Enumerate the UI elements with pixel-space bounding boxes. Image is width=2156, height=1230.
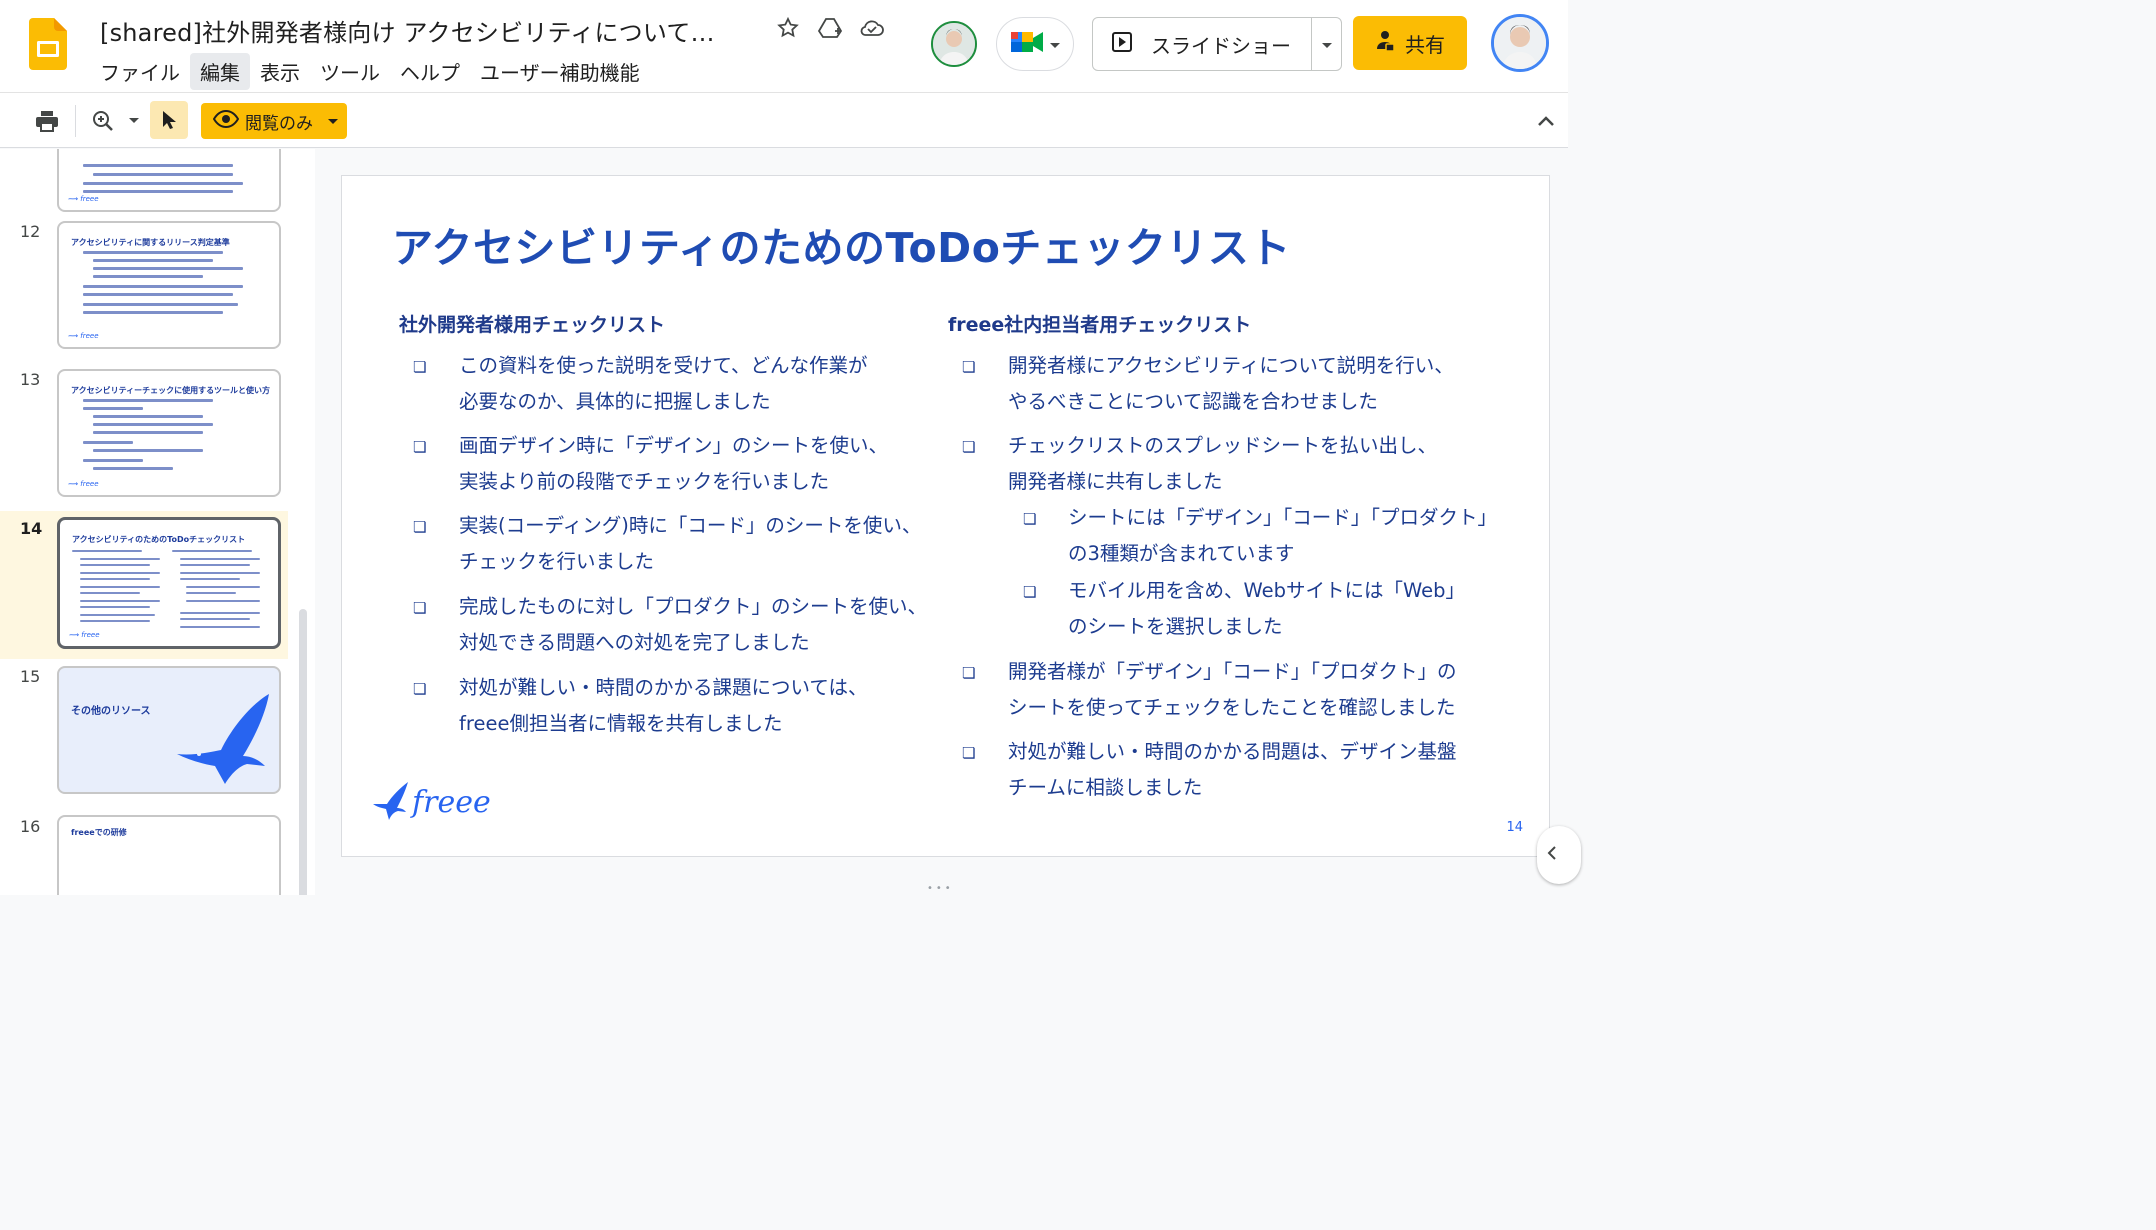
menu-bar: ファイル 編集 表示 ツール ヘルプ ユーザー補助機能 [90,53,650,90]
share-button[interactable]: 共有 [1353,16,1467,70]
slides-logo-icon[interactable] [29,18,67,70]
freee-bird-icon [177,694,269,784]
slide-thumbnail-selected[interactable]: アクセシビリティのためのToDoチェックリスト ⟿ freee [57,517,281,649]
collapse-toolbar-chevron-up-icon[interactable] [1530,105,1562,137]
meet-icon [1009,28,1045,60]
menu-file[interactable]: ファイル [90,53,190,90]
side-panel-expand-button[interactable] [1537,826,1581,884]
left-checklist-item-2: 画面デザイン時に「デザイン」のシートを使い、 実装より前の段階でチェックを行いまし… [459,434,889,493]
freee-wordmark: freee [412,784,491,820]
chevron-left-icon [1547,845,1557,865]
right-checklist-subitem-1: シートには「デザイン」「コード」「プロダクト」 の3種類が含まれています [1068,506,1498,565]
slide-canvas: アクセシビリティのためのToDoチェックリスト 社外開発者様用チェックリスト f… [315,149,1568,895]
share-label: 共有 [1405,32,1445,57]
slideshow-label: スライドショー [1151,33,1291,58]
checkbox-bullet-icon: ❏ [413,680,427,698]
slide-thumbnail[interactable]: ⟿ freee [57,149,281,212]
left-checklist-item-4: 完成したものに対し「プロダクト」のシートを使い、 対処できる問題への対処を完了しま… [459,595,928,654]
left-checklist-item-1: この資料を使った説明を受けて、どんな作業が 必要なのか、具体的に把握しました [459,354,868,413]
thumbnail-logo: ⟿ freee [69,631,100,639]
slide-title: アクセシビリティのためのToDoチェックリスト [392,224,1291,272]
menu-edit[interactable]: 編集 [190,53,250,90]
checkbox-bullet-icon: ❏ [1023,583,1037,601]
slide-number: 12 [20,222,41,241]
thumbnail-row[interactable]: 13 アクセシビリティーチェックに使用するツールと使い方 ⟿ freee [0,360,288,508]
right-checklist-item-1: 開発者様にアクセシビリティについて説明を行い、 やるべきことについて認識を合わせま… [1008,354,1454,413]
zoom-dropdown-chevron-icon[interactable] [124,105,144,137]
thumbnail-title: アクセシビリティのためのToDoチェックリスト [72,535,246,544]
document-title[interactable]: [shared]社外開発者様向け アクセシビリティについて… [100,13,715,48]
toolbar: 閲覧のみ [0,92,1568,148]
slide: アクセシビリティのためのToDoチェックリスト 社外開発者様用チェックリスト f… [341,175,1550,857]
slide-thumbnail[interactable]: freeeでの研修 [57,815,281,895]
select-tool-icon[interactable] [150,101,188,139]
chevron-down-icon [327,111,339,131]
thumbnail-row[interactable]: 16 freeeでの研修 [0,809,288,895]
thumbnail-row[interactable]: 12 アクセシビリティに関するリリース判定基準 ⟿ freee [0,212,288,360]
left-checklist-item-5: 対処が難しい・時間のかかる課題については、 freee側担当者に情報を共有しました [459,676,868,735]
menu-accessibility[interactable]: ユーザー補助機能 [470,53,650,90]
right-checklist-item-3: 開発者様が「デザイン」「コード」「プロダクト」の シートを使ってチェックをしたこと… [1008,660,1457,719]
thumbnail-title: その他のリソース [71,706,151,717]
slide-filmstrip: ⟿ freee 12 アクセシビリティに関するリリース判定基準 ⟿ freee … [0,149,315,895]
checkbox-bullet-icon: ❏ [962,358,976,376]
checkbox-bullet-icon: ❏ [962,438,976,456]
thumbnail-logo: ⟿ freee [68,480,99,488]
left-column-heading: 社外開発者様用チェックリスト [399,314,666,336]
cloud-saved-icon[interactable] [858,14,886,42]
chevron-down-icon [1049,35,1061,54]
slide-thumbnail[interactable]: その他のリソース [57,666,281,794]
speaker-notes-drag-handle[interactable]: ••• [927,883,954,894]
menu-view[interactable]: 表示 [250,53,310,90]
slide-number: 13 [20,370,41,389]
freee-logo: freee [372,780,491,824]
slide-thumbnail[interactable]: アクセシビリティーチェックに使用するツールと使い方 ⟿ freee [57,369,281,497]
checkbox-bullet-icon: ❏ [413,358,427,376]
chevron-down-icon [1321,35,1333,54]
star-icon[interactable] [774,14,802,42]
thumbnail-title: アクセシビリティーチェックに使用するツールと使い方 [71,386,270,395]
print-icon[interactable] [30,105,64,137]
menu-help[interactable]: ヘルプ [390,53,470,90]
checkbox-bullet-icon: ❏ [962,664,976,682]
eye-icon [212,109,240,133]
checkbox-bullet-icon: ❏ [962,744,976,762]
zoom-icon[interactable] [88,105,118,137]
slide-number: 14 [20,519,43,538]
account-avatar[interactable] [1491,14,1549,72]
right-checklist-subitem-2: モバイル用を含め、Webサイトには「Web」 のシートを選択しました [1068,579,1466,638]
checkbox-bullet-icon: ❏ [413,518,427,536]
thumbnail-row[interactable]: 15 その他のリソース [0,659,288,807]
slideshow-options-dropdown[interactable] [1312,18,1341,70]
menu-tools[interactable]: ツール [310,53,390,90]
slide-page-number: 14 [1506,820,1523,835]
filmstrip-scrollbar[interactable] [299,609,307,895]
slide-number: 15 [20,667,41,686]
share-lock-icon [1375,29,1395,58]
checkbox-bullet-icon: ❏ [1023,510,1037,528]
left-checklist-item-3: 実装(コーディング)時に「コード」のシートを使い、 チェックを行いました [459,514,922,573]
checkbox-bullet-icon: ❏ [413,599,427,617]
slideshow-icon [1111,31,1133,58]
right-checklist-item-2: チェックリストのスプレッドシートを払い出し、 開発者様に共有しました [1008,434,1438,493]
thumbnail-title: アクセシビリティに関するリリース判定基準 [71,238,230,247]
checkbox-bullet-icon: ❏ [413,438,427,456]
thumbnail-title: freeeでの研修 [71,828,127,837]
view-only-label: 閲覧のみ [245,113,313,134]
right-column-heading: freee社内担当者用チェックリスト [948,314,1252,336]
slide-number: 16 [20,817,41,836]
move-to-drive-icon[interactable] [816,14,844,42]
thumbnail-logo: ⟿ freee [68,332,99,340]
thumbnail-row-selected[interactable]: 14 アクセシビリティのためのToDoチェックリスト ⟿ freee [0,511,288,659]
slideshow-button-group: スライドショー [1092,17,1342,71]
thumbnail-logo: ⟿ freee [68,195,99,203]
view-only-mode-button[interactable]: 閲覧のみ [201,103,347,139]
meet-button[interactable] [996,17,1074,71]
right-checklist-item-4: 対処が難しい・時間のかかる問題は、デザイン基盤 チームに相談しました [1008,740,1457,799]
collaborator-avatar[interactable] [931,21,977,67]
app-header: [shared]社外開発者様向け アクセシビリティについて… ファイル 編集 表… [0,0,1568,92]
freee-bird-icon [373,782,408,820]
slide-thumbnail[interactable]: アクセシビリティに関するリリース判定基準 ⟿ freee [57,221,281,349]
slideshow-button[interactable]: スライドショー [1093,18,1312,70]
